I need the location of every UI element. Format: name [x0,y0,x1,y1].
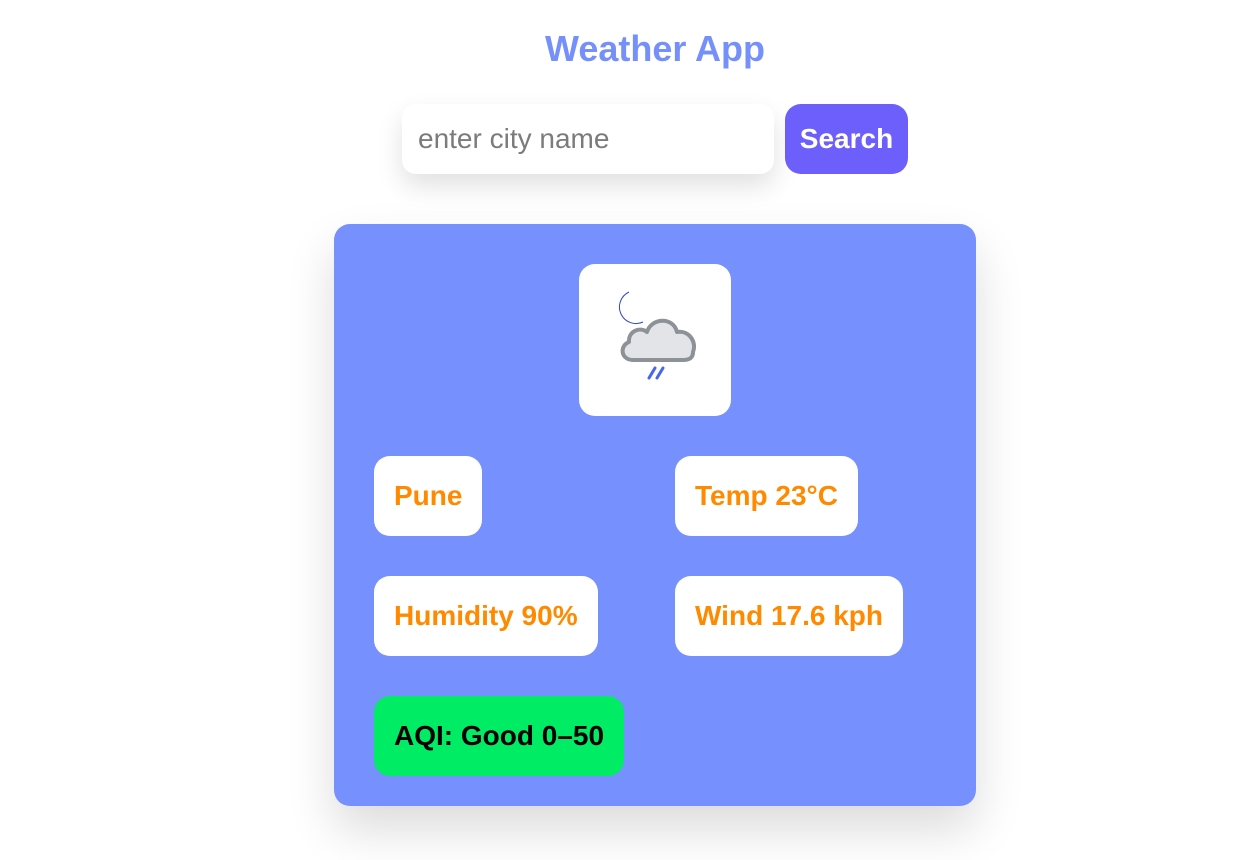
temperature-value: Temp 23°C [675,456,858,536]
city-search-input[interactable] [402,104,774,174]
search-button[interactable]: Search [785,104,908,174]
weather-card: Pune Temp 23°C Humidity 90% Wind 17.6 kp… [334,224,976,806]
night-cloud-rain-icon [618,291,696,380]
humidity-value: Humidity 90% [374,576,598,656]
city-name: Pune [374,456,483,536]
app-title: Weather App [544,28,766,69]
rain-drop [647,366,657,380]
moon-shape [618,291,644,325]
weather-icon-box [579,264,731,416]
wind-value: Wind 17.6 kph [675,576,904,656]
rain-drop [655,366,665,380]
search-bar: Search [402,104,908,174]
cloud-shape [620,318,696,362]
aqi-badge: AQI: Good 0–50 [374,696,625,776]
